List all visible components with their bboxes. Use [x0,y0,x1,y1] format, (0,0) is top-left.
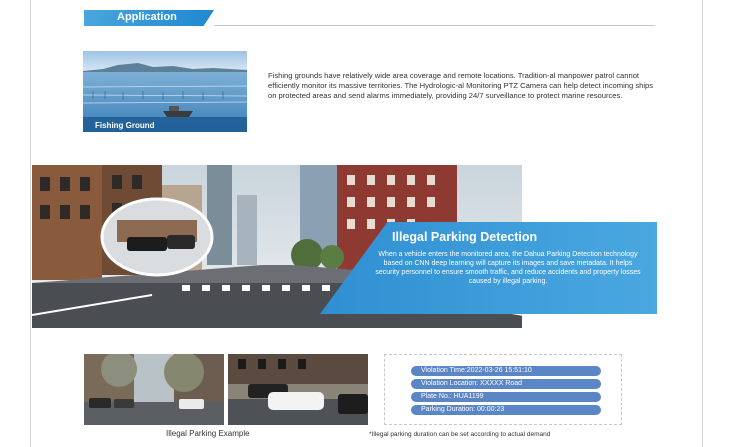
violation-time: Violation Time:2022-03-26 15:51:10 [411,366,601,376]
fishing-ground-description: Fishing grounds have relatively wide are… [268,71,654,100]
fishing-ground-label: Fishing Ground [95,121,155,130]
illegal-parking-title: Illegal Parking Detection [392,230,538,244]
plate-number: Plate No.: HUA1199 [411,392,601,402]
illegal-parking-description: When a vehicle enters the monitored area… [375,251,641,285]
parking-example-image-2 [228,354,368,425]
footnote: *Illegal parking duration can be set acc… [369,431,551,438]
parking-duration: Parking Duration: 00:00:23 [411,405,601,415]
example-caption: Illegal Parking Example [166,429,250,438]
fishing-ground-image [83,51,247,132]
section-title: Application [117,11,177,23]
header-divider [214,25,655,26]
violation-location: Violation Location: XXXXX Road [411,379,601,389]
parking-example-image-1 [84,354,224,425]
